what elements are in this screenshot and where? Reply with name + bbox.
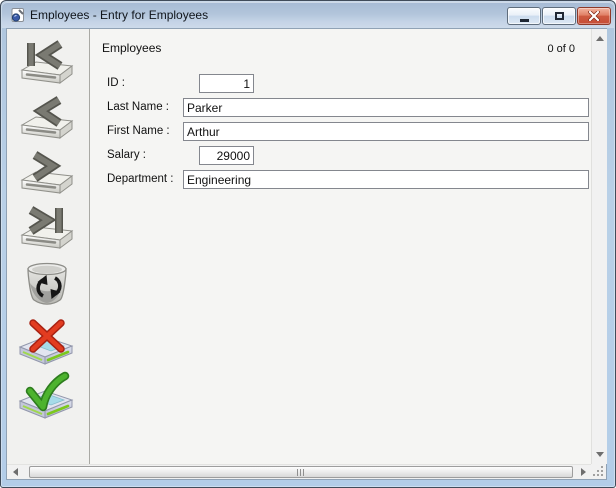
arrow-right-icon (581, 468, 586, 476)
last-record-icon (15, 204, 77, 254)
app-window: Employees - Entry for Employees (0, 0, 616, 488)
submit-button[interactable] (15, 371, 77, 421)
entry-form: Employees 0 of 0 ID : Last Name : First … (90, 29, 591, 464)
scrollbar-corner (591, 464, 606, 479)
horizontal-scroll-thumb[interactable] (29, 466, 573, 478)
horizontal-scrollbar[interactable] (7, 464, 591, 479)
minimize-icon (520, 19, 529, 22)
id-label: ID : (107, 77, 125, 89)
last-record-button[interactable] (15, 204, 77, 254)
department-label: Department : (107, 173, 173, 185)
record-toolbar (7, 29, 90, 464)
first-record-button[interactable] (15, 39, 77, 89)
drive-green-check-icon (15, 371, 77, 421)
close-icon (588, 11, 600, 21)
record-counter: 0 of 0 (547, 43, 575, 55)
revert-button[interactable] (15, 317, 77, 367)
minimize-button[interactable] (507, 7, 541, 25)
vertical-scrollbar[interactable] (591, 29, 607, 464)
scroll-down-button[interactable] (592, 447, 607, 462)
salary-field[interactable] (199, 146, 254, 165)
previous-record-icon (15, 94, 77, 144)
caption-buttons (507, 7, 611, 25)
scroll-left-button[interactable] (7, 465, 23, 479)
first-record-icon (15, 39, 77, 89)
previous-record-button[interactable] (15, 94, 77, 144)
last-name-field[interactable] (183, 98, 589, 117)
thumb-grip-icon (297, 469, 306, 476)
next-record-icon (15, 149, 77, 199)
app-icon[interactable] (10, 7, 26, 23)
arrow-down-icon (596, 452, 604, 457)
last-name-label: Last Name : (107, 101, 169, 113)
client-area: Employees 0 of 0 ID : Last Name : First … (7, 29, 606, 479)
close-button[interactable] (577, 7, 611, 25)
form-header: Employees (102, 41, 161, 55)
titlebar: Employees - Entry for Employees (2, 2, 614, 28)
id-field[interactable] (199, 74, 254, 93)
department-field[interactable] (183, 170, 589, 189)
resize-grip-icon[interactable] (601, 474, 603, 476)
maximize-icon (555, 12, 564, 20)
first-name-label: First Name : (107, 125, 170, 137)
next-record-button[interactable] (15, 149, 77, 199)
trash-refresh-icon (15, 257, 77, 311)
scroll-up-button[interactable] (592, 31, 607, 46)
drive-red-x-icon (15, 317, 77, 367)
first-name-field[interactable] (183, 122, 589, 141)
salary-label: Salary : (107, 149, 146, 161)
maximize-button[interactable] (542, 7, 576, 25)
window-title: Employees - Entry for Employees (30, 8, 208, 22)
arrow-up-icon (596, 36, 604, 41)
scroll-right-button[interactable] (575, 465, 591, 479)
refresh-delete-button[interactable] (15, 257, 77, 311)
arrow-left-icon (13, 468, 18, 476)
